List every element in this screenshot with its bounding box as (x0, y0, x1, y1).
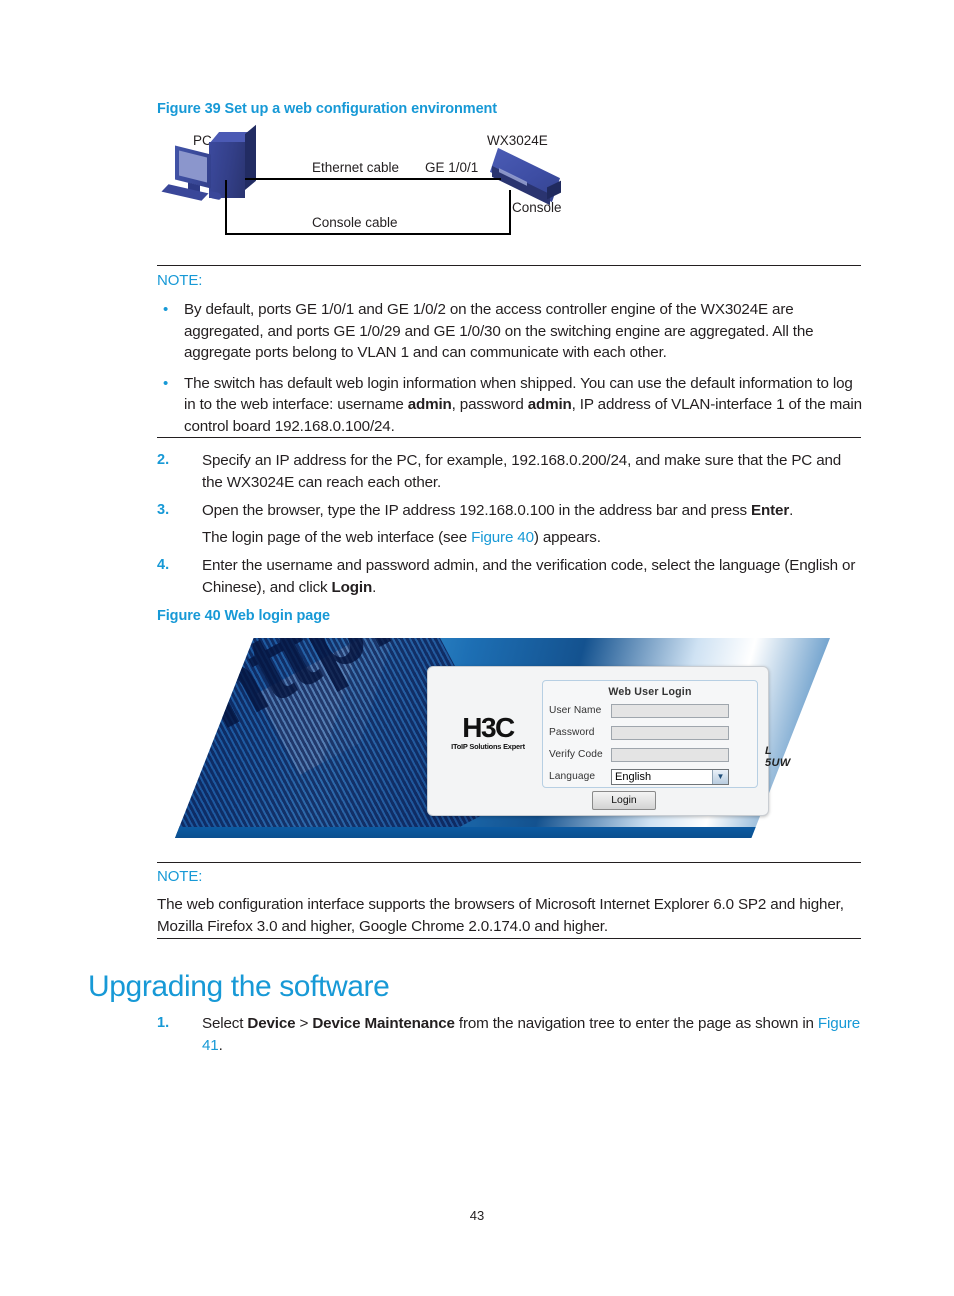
chevron-down-icon[interactable]: ▼ (712, 769, 728, 784)
step-4-bold-login: Login (331, 578, 373, 596)
list-item: 4. Enter the username and password admin… (157, 555, 865, 598)
password-input[interactable] (611, 725, 729, 740)
list-item: 1. Select Device > Device Maintenance fr… (157, 1013, 865, 1056)
login-button[interactable]: Login (592, 791, 656, 810)
console-cable-bottom-wire (225, 233, 511, 235)
note1-bullet-1-span: By default, ports GE 1/0/1 and GE 1/0/2 … (184, 301, 814, 361)
login-box-title: Web User Login (608, 686, 692, 698)
console-cable-left-wire (225, 180, 227, 235)
ethernet-cable-wire (245, 178, 501, 180)
login-panel: H3C IToIP Solutions Expert Web User Logi… (427, 666, 790, 816)
upgrade-step-1-span-3: from the navigation tree to enter the pa… (454, 1015, 818, 1032)
diagram-label-ethernet-cable: Ethernet cable (312, 160, 400, 175)
verify-code-input[interactable] (611, 747, 729, 762)
form-row-language: Language English ▼ (549, 767, 757, 786)
upgrade-step-1-bold-device: Device (247, 1015, 296, 1032)
step-number: 3. (157, 502, 170, 518)
web-login-steps: 2. Specify an IP address for the PC, for… (157, 450, 865, 605)
note2-label: NOTE: (157, 868, 203, 885)
language-label: Language (549, 771, 596, 782)
h3c-logo: H3C IToIP Solutions Expert (440, 712, 536, 752)
step-number: 4. (157, 557, 170, 573)
note1-block: NOTE: (157, 272, 863, 298)
language-select[interactable]: English ▼ (611, 768, 729, 785)
form-row-verify-code: Verify Code (549, 745, 757, 764)
username-label: User Name (549, 705, 602, 716)
diagram-label-console: Console (512, 200, 562, 215)
step-3-sub-span-1: The login page of the web interface (see (202, 528, 472, 546)
diagram-label-port: GE 1/0/1 (425, 160, 479, 175)
note1-bullet-2-span-2: , password (451, 396, 528, 413)
note1-top-rule (157, 265, 861, 266)
password-label: Password (549, 727, 595, 738)
note2-block: NOTE: The web configuration interface su… (157, 868, 863, 937)
console-drop-wire (509, 190, 511, 235)
form-row-username: User Name (549, 701, 757, 720)
step-3-span-1: Open the browser, type the IP address 19… (202, 502, 752, 519)
note1-bottom-rule (157, 437, 861, 438)
verify-code-label: Verify Code (549, 749, 603, 760)
note1-bullet-list: • By default, ports GE 1/0/1 and GE 1/0/… (157, 299, 863, 446)
list-item: 3. Open the browser, type the IP address… (157, 500, 865, 548)
upgrade-step-1-span-4: . (218, 1036, 223, 1054)
step-3-line-1: Open the browser, type the IP address 19… (202, 500, 865, 522)
list-item: 2. Specify an IP address for the PC, for… (157, 450, 865, 493)
web-user-login-box: Web User Login User Name Password Verify… (542, 680, 758, 788)
note2-text: The web configuration interface supports… (157, 896, 844, 935)
h3c-logo-tagline: IToIP Solutions Expert (451, 742, 525, 751)
username-input[interactable] (611, 703, 729, 718)
note2-bottom-rule (157, 938, 861, 939)
step-number: 2. (157, 452, 170, 468)
step-3-text: Open the browser, type the IP address 19… (202, 500, 865, 548)
note1-bullet-1-text: By default, ports GE 1/0/1 and GE 1/0/2 … (184, 299, 863, 364)
step-3-line-2: The login page of the web interface (see… (202, 527, 865, 549)
list-item: • By default, ports GE 1/0/1 and GE 1/0/… (157, 299, 863, 364)
diagram-label-console-cable: Console cable (312, 215, 398, 230)
step-4-span-2: . (372, 578, 377, 596)
document-page: Figure 39 Set up a web configuration env… (0, 0, 954, 1296)
figure-39-network-diagram: PC WX3024E Ethernet cable GE 1/0/1 Conso (157, 124, 861, 246)
page-number: 43 (469, 1208, 485, 1223)
language-select-value: English (615, 770, 652, 783)
bullet-icon: • (163, 301, 169, 318)
figure-39-caption: Figure 39 Set up a web configuration env… (157, 101, 498, 117)
step-2-text: Specify an IP address for the PC, for ex… (202, 450, 865, 493)
form-row-password: Password (549, 723, 757, 742)
step-3-bold-enter: Enter (751, 502, 790, 519)
h3c-logo-mark: H3C (462, 712, 515, 743)
upgrade-steps: 1. Select Device > Device Maintenance fr… (157, 1013, 865, 1063)
step-4-span-1: Enter the username and password admin, a… (202, 557, 856, 596)
captcha-text: L 5UW (765, 745, 791, 769)
note1-bullet-2-bold-password: admin (527, 396, 572, 413)
upgrade-step-1-bold-device-maintenance: Device Maintenance (312, 1015, 455, 1032)
list-item: • The switch has default web login infor… (157, 373, 863, 438)
step-3-span-2: . (789, 502, 794, 519)
diagram-label-device: WX3024E (487, 133, 548, 148)
note2-top-rule (157, 862, 861, 863)
figure-40-web-login-page: http://www H3C IToIP Solutions Expert We… (175, 638, 830, 843)
figure-40-caption: Figure 40 Web login page (157, 608, 330, 624)
step-4-text: Enter the username and password admin, a… (202, 555, 865, 598)
upgrade-step-1-span-2: > (295, 1015, 313, 1032)
upgrade-step-1-text: Select Device > Device Maintenance from … (202, 1013, 865, 1056)
plaque-bottom-bar (175, 827, 830, 838)
link-figure-40[interactable]: Figure 40 (471, 529, 534, 546)
step-number: 1. (157, 1015, 170, 1031)
note1-label: NOTE: (157, 272, 203, 289)
note1-bullet-2-bold-username: admin (407, 396, 452, 413)
step-2-span: Specify an IP address for the PC, for ex… (202, 452, 842, 491)
note1-bullet-2-text: The switch has default web login informa… (184, 373, 863, 438)
upgrade-step-1-span-1: Select (202, 1015, 248, 1032)
step-3-sub-span-2: ) appears. (533, 528, 601, 546)
page-title: Upgrading the software (88, 970, 390, 1003)
bullet-icon: • (163, 374, 169, 392)
